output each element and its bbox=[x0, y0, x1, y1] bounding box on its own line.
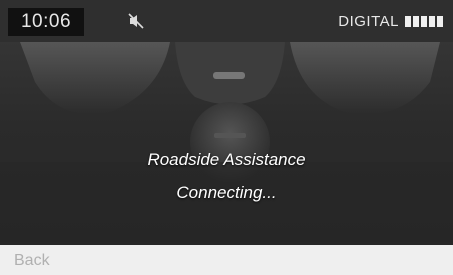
signal-bar bbox=[437, 15, 443, 27]
telematics-screen: 10:06 DIGITAL Roadside Assistance Connec… bbox=[0, 0, 453, 275]
signal-bar bbox=[405, 15, 411, 27]
status-bar: 10:06 DIGITAL bbox=[0, 0, 453, 42]
speaker-muted-icon bbox=[128, 13, 146, 29]
softkey-bar: Back bbox=[0, 245, 453, 275]
clock: 10:06 bbox=[8, 8, 84, 36]
signal-bar bbox=[413, 15, 419, 27]
signal-strength-bars bbox=[405, 15, 443, 27]
signal-indicator: DIGITAL bbox=[338, 11, 443, 31]
signal-bar bbox=[421, 15, 427, 27]
dialog-title: Roadside Assistance bbox=[147, 150, 306, 169]
back-button[interactable]: Back bbox=[0, 245, 68, 275]
overhead-console-graphic bbox=[0, 42, 453, 242]
dialog-status: Connecting... bbox=[176, 183, 277, 202]
signal-bar bbox=[429, 15, 435, 27]
signal-label: DIGITAL bbox=[338, 12, 399, 30]
